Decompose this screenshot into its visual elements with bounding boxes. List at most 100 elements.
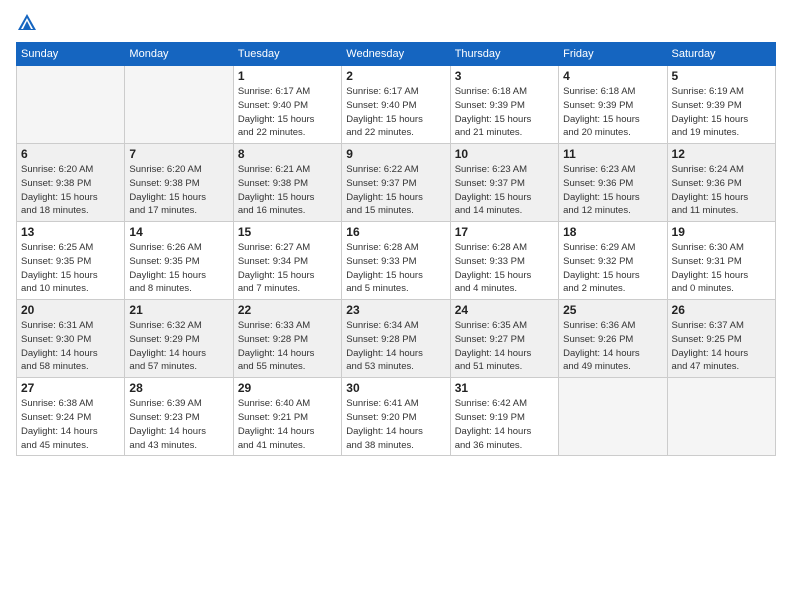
day-info: Sunrise: 6:18 AM Sunset: 9:39 PM Dayligh…: [563, 85, 662, 140]
calendar-cell: 14 Sunrise: 6:26 AM Sunset: 9:35 PM Dayli…: [125, 222, 233, 300]
calendar-week-row: 27 Sunrise: 6:38 AM Sunset: 9:24 PM Dayli…: [17, 378, 776, 456]
day-info: Sunrise: 6:20 AM Sunset: 9:38 PM Dayligh…: [21, 163, 120, 218]
calendar-cell: 11 Sunrise: 6:23 AM Sunset: 9:36 PM Dayli…: [559, 144, 667, 222]
day-info: Sunrise: 6:37 AM Sunset: 9:25 PM Dayligh…: [672, 319, 771, 374]
calendar-cell: 29Sunrise: 6:40 AM Sunset: 9:21 PM Dayli…: [233, 378, 341, 456]
calendar-week-row: 1 Sunrise: 6:17 AM Sunset: 9:40 PM Daylig…: [17, 66, 776, 144]
day-number: 7: [129, 147, 228, 161]
day-number: 6: [21, 147, 120, 161]
calendar-cell: 24 Sunrise: 6:35 AM Sunset: 9:27 PM Dayli…: [450, 300, 558, 378]
calendar-cell: 6 Sunrise: 6:20 AM Sunset: 9:38 PM Daylig…: [17, 144, 125, 222]
calendar-cell: 2Sunrise: 6:17 AM Sunset: 9:40 PM Daylig…: [342, 66, 450, 144]
day-number: 22: [238, 303, 337, 317]
calendar-cell: 20 Sunrise: 6:31 AM Sunset: 9:30 PM Dayli…: [17, 300, 125, 378]
day-number: 3: [455, 69, 554, 83]
day-number: 26: [672, 303, 771, 317]
day-info: Sunrise: 6:28 AM Sunset: 9:33 PM Dayligh…: [346, 241, 445, 296]
calendar-cell: 26 Sunrise: 6:37 AM Sunset: 9:25 PM Dayli…: [667, 300, 775, 378]
day-number: 8: [238, 147, 337, 161]
calendar-header-sunday: Sunday: [17, 43, 125, 66]
header: [16, 12, 776, 34]
day-info: Sunrise: 6:19 AM Sunset: 9:39 PM Dayligh…: [672, 85, 771, 140]
day-info: Sunrise: 6:22 AM Sunset: 9:37 PM Dayligh…: [346, 163, 445, 218]
calendar-cell: 19 Sunrise: 6:30 AM Sunset: 9:31 PM Dayli…: [667, 222, 775, 300]
calendar-cell: 23Sunrise: 6:34 AM Sunset: 9:28 PM Dayli…: [342, 300, 450, 378]
calendar-cell: [667, 378, 775, 456]
day-info: Sunrise: 6:18 AM Sunset: 9:39 PM Dayligh…: [455, 85, 554, 140]
calendar-cell: 5Sunrise: 6:19 AM Sunset: 9:39 PM Daylig…: [667, 66, 775, 144]
calendar-cell: 18 Sunrise: 6:29 AM Sunset: 9:32 PM Dayli…: [559, 222, 667, 300]
day-info: Sunrise: 6:24 AM Sunset: 9:36 PM Dayligh…: [672, 163, 771, 218]
day-info: Sunrise: 6:41 AM Sunset: 9:20 PM Dayligh…: [346, 397, 445, 452]
calendar-cell: 30 Sunrise: 6:41 AM Sunset: 9:20 PM Dayli…: [342, 378, 450, 456]
calendar-cell: 13 Sunrise: 6:25 AM Sunset: 9:35 PM Dayli…: [17, 222, 125, 300]
day-info: Sunrise: 6:28 AM Sunset: 9:33 PM Dayligh…: [455, 241, 554, 296]
calendar-header-saturday: Saturday: [667, 43, 775, 66]
day-number: 16: [346, 225, 445, 239]
calendar-cell: 4 Sunrise: 6:18 AM Sunset: 9:39 PM Daylig…: [559, 66, 667, 144]
day-number: 30: [346, 381, 445, 395]
calendar-cell: [17, 66, 125, 144]
calendar-week-row: 13 Sunrise: 6:25 AM Sunset: 9:35 PM Dayli…: [17, 222, 776, 300]
day-number: 11: [563, 147, 662, 161]
calendar-week-row: 20 Sunrise: 6:31 AM Sunset: 9:30 PM Dayli…: [17, 300, 776, 378]
day-info: Sunrise: 6:23 AM Sunset: 9:36 PM Dayligh…: [563, 163, 662, 218]
day-number: 31: [455, 381, 554, 395]
day-info: Sunrise: 6:25 AM Sunset: 9:35 PM Dayligh…: [21, 241, 120, 296]
day-info: Sunrise: 6:34 AM Sunset: 9:28 PM Dayligh…: [346, 319, 445, 374]
calendar-header-row: SundayMondayTuesdayWednesdayThursdayFrid…: [17, 43, 776, 66]
calendar-cell: [559, 378, 667, 456]
day-number: 14: [129, 225, 228, 239]
calendar-cell: 31 Sunrise: 6:42 AM Sunset: 9:19 PM Dayli…: [450, 378, 558, 456]
day-number: 28: [129, 381, 228, 395]
day-number: 27: [21, 381, 120, 395]
calendar-header-tuesday: Tuesday: [233, 43, 341, 66]
day-info: Sunrise: 6:42 AM Sunset: 9:19 PM Dayligh…: [455, 397, 554, 452]
calendar-cell: 9 Sunrise: 6:22 AM Sunset: 9:37 PM Daylig…: [342, 144, 450, 222]
calendar-cell: 15Sunrise: 6:27 AM Sunset: 9:34 PM Dayli…: [233, 222, 341, 300]
day-number: 2: [346, 69, 445, 83]
calendar-cell: [125, 66, 233, 144]
calendar-cell: 3 Sunrise: 6:18 AM Sunset: 9:39 PM Daylig…: [450, 66, 558, 144]
page: SundayMondayTuesdayWednesdayThursdayFrid…: [0, 0, 792, 612]
logo: [16, 12, 42, 34]
day-number: 19: [672, 225, 771, 239]
calendar-header-thursday: Thursday: [450, 43, 558, 66]
day-info: Sunrise: 6:29 AM Sunset: 9:32 PM Dayligh…: [563, 241, 662, 296]
day-info: Sunrise: 6:33 AM Sunset: 9:28 PM Dayligh…: [238, 319, 337, 374]
day-number: 4: [563, 69, 662, 83]
calendar-week-row: 6 Sunrise: 6:20 AM Sunset: 9:38 PM Daylig…: [17, 144, 776, 222]
day-info: Sunrise: 6:31 AM Sunset: 9:30 PM Dayligh…: [21, 319, 120, 374]
day-number: 1: [238, 69, 337, 83]
day-number: 9: [346, 147, 445, 161]
day-info: Sunrise: 6:17 AM Sunset: 9:40 PM Dayligh…: [238, 85, 337, 140]
day-info: Sunrise: 6:35 AM Sunset: 9:27 PM Dayligh…: [455, 319, 554, 374]
day-info: Sunrise: 6:38 AM Sunset: 9:24 PM Dayligh…: [21, 397, 120, 452]
day-number: 21: [129, 303, 228, 317]
calendar-cell: 1 Sunrise: 6:17 AM Sunset: 9:40 PM Daylig…: [233, 66, 341, 144]
calendar-cell: 7Sunrise: 6:20 AM Sunset: 9:38 PM Daylig…: [125, 144, 233, 222]
day-number: 24: [455, 303, 554, 317]
day-info: Sunrise: 6:23 AM Sunset: 9:37 PM Dayligh…: [455, 163, 554, 218]
calendar: SundayMondayTuesdayWednesdayThursdayFrid…: [16, 42, 776, 456]
day-number: 29: [238, 381, 337, 395]
calendar-cell: 17 Sunrise: 6:28 AM Sunset: 9:33 PM Dayli…: [450, 222, 558, 300]
day-number: 18: [563, 225, 662, 239]
calendar-cell: 10Sunrise: 6:23 AM Sunset: 9:37 PM Dayli…: [450, 144, 558, 222]
day-number: 20: [21, 303, 120, 317]
day-info: Sunrise: 6:21 AM Sunset: 9:38 PM Dayligh…: [238, 163, 337, 218]
calendar-cell: 16 Sunrise: 6:28 AM Sunset: 9:33 PM Dayli…: [342, 222, 450, 300]
calendar-cell: 28 Sunrise: 6:39 AM Sunset: 9:23 PM Dayli…: [125, 378, 233, 456]
day-info: Sunrise: 6:39 AM Sunset: 9:23 PM Dayligh…: [129, 397, 228, 452]
day-number: 13: [21, 225, 120, 239]
calendar-cell: 22 Sunrise: 6:33 AM Sunset: 9:28 PM Dayli…: [233, 300, 341, 378]
calendar-cell: 25Sunrise: 6:36 AM Sunset: 9:26 PM Dayli…: [559, 300, 667, 378]
calendar-cell: 12Sunrise: 6:24 AM Sunset: 9:36 PM Dayli…: [667, 144, 775, 222]
day-number: 17: [455, 225, 554, 239]
logo-icon: [16, 12, 38, 34]
day-info: Sunrise: 6:36 AM Sunset: 9:26 PM Dayligh…: [563, 319, 662, 374]
calendar-cell: 21Sunrise: 6:32 AM Sunset: 9:29 PM Dayli…: [125, 300, 233, 378]
day-info: Sunrise: 6:26 AM Sunset: 9:35 PM Dayligh…: [129, 241, 228, 296]
day-info: Sunrise: 6:30 AM Sunset: 9:31 PM Dayligh…: [672, 241, 771, 296]
calendar-cell: 8 Sunrise: 6:21 AM Sunset: 9:38 PM Daylig…: [233, 144, 341, 222]
